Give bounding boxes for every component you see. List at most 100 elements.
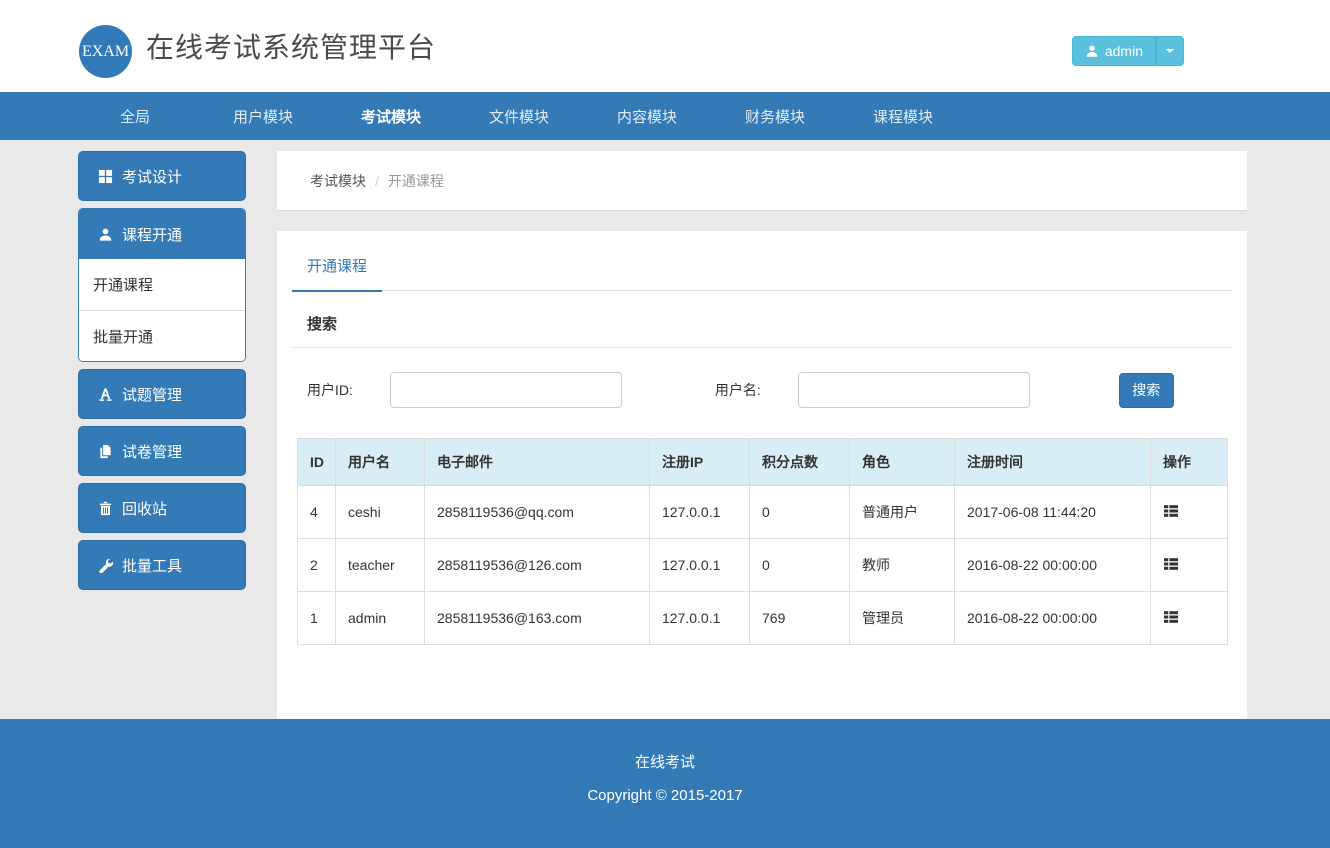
tab-bar: 开通课程 <box>292 231 1232 291</box>
sidebar-item-label: 试题管理 <box>122 384 182 405</box>
sidebar-item-batch-tools[interactable]: 批量工具 <box>78 540 246 590</box>
sidebar-item-question-management[interactable]: 试题管理 <box>78 369 246 419</box>
cell-points: 0 <box>750 486 850 539</box>
sidebar-item-course-open[interactable]: 课程开通 <box>79 209 245 259</box>
page-title: 在线考试系统管理平台 <box>146 26 436 66</box>
sidebar-item-recycle-bin[interactable]: 回收站 <box>78 483 246 533</box>
user-icon <box>1085 44 1099 58</box>
user-button[interactable]: admin <box>1072 36 1156 66</box>
search-section-title: 搜索 <box>292 291 1232 348</box>
breadcrumb-item-open-course: 开通课程 <box>388 171 444 191</box>
col-header-role: 角色 <box>850 439 955 486</box>
cell-role: 教师 <box>850 539 955 592</box>
cell-regtime: 2016-08-22 00:00:00 <box>955 539 1151 592</box>
username-label: 用户名: <box>715 380 761 400</box>
row-actions-button[interactable] <box>1163 609 1179 625</box>
footer-site-name: 在线考试 <box>0 751 1330 772</box>
trash-icon <box>98 501 113 516</box>
cell-id: 1 <box>298 592 336 645</box>
cell-role: 普通用户 <box>850 486 955 539</box>
sidebar-item-exam-design[interactable]: 考试设计 <box>78 151 246 201</box>
logo-text: EXAM <box>82 43 129 61</box>
nav-item-user-module[interactable]: 用户模块 <box>199 106 327 127</box>
table-row: 1 admin 2858119536@163.com 127.0.0.1 769… <box>298 592 1228 645</box>
cell-id: 2 <box>298 539 336 592</box>
sidebar-subitem-label: 批量开通 <box>93 326 153 347</box>
col-header-username: 用户名 <box>336 439 425 486</box>
row-actions-button[interactable] <box>1163 503 1179 519</box>
nav-item-finance-module[interactable]: 财务模块 <box>711 106 839 127</box>
app-header: EXAM 在线考试系统管理平台 admin <box>0 0 1330 92</box>
page-body: 考试设计 课程开通 开通课程 批量开通 试题管理 <box>0 140 1330 719</box>
cell-email: 2858119536@qq.com <box>425 486 650 539</box>
sidebar-subitem-label: 开通课程 <box>93 274 153 295</box>
cell-regtime: 2017-06-08 11:44:20 <box>955 486 1151 539</box>
cell-username: teacher <box>336 539 425 592</box>
nav-item-file-module[interactable]: 文件模块 <box>455 106 583 127</box>
sidebar-item-label: 考试设计 <box>122 166 182 187</box>
cell-username: admin <box>336 592 425 645</box>
nav-item-global[interactable]: 全局 <box>71 106 199 127</box>
table-row: 2 teacher 2858119536@126.com 127.0.0.1 0… <box>298 539 1228 592</box>
user-dropdown-toggle[interactable] <box>1156 36 1184 66</box>
breadcrumb-item-exam-module[interactable]: 考试模块 <box>310 171 366 191</box>
cell-actions <box>1151 592 1228 645</box>
cell-email: 2858119536@126.com <box>425 539 650 592</box>
tab-open-course[interactable]: 开通课程 <box>292 245 382 292</box>
user-icon <box>98 227 113 242</box>
copy-icon <box>98 444 113 459</box>
caret-down-icon <box>1166 49 1174 53</box>
cell-username: ceshi <box>336 486 425 539</box>
cell-points: 0 <box>750 539 850 592</box>
col-header-points: 积分点数 <box>750 439 850 486</box>
th-list-icon <box>1163 503 1179 519</box>
nav-item-content-module[interactable]: 内容模块 <box>583 106 711 127</box>
cell-regtime: 2016-08-22 00:00:00 <box>955 592 1151 645</box>
sidebar-item-label: 课程开通 <box>122 224 182 245</box>
sidebar-item-label: 批量工具 <box>122 555 182 576</box>
cell-ip: 127.0.0.1 <box>650 486 750 539</box>
col-header-ip: 注册IP <box>650 439 750 486</box>
col-header-actions: 操作 <box>1151 439 1228 486</box>
footer-copyright: Copyright © 2015-2017 <box>0 787 1330 804</box>
content-panel: 开通课程 搜索 用户ID: 用户名: 搜索 ID 用户名 <box>277 231 1247 719</box>
top-navbar: 全局 用户模块 考试模块 文件模块 内容模块 财务模块 课程模块 <box>0 92 1330 140</box>
col-header-email: 电子邮件 <box>425 439 650 486</box>
sidebar-item-label: 试卷管理 <box>122 441 182 462</box>
breadcrumb-separator: / <box>375 173 379 189</box>
row-actions-button[interactable] <box>1163 556 1179 572</box>
nav-item-course-module[interactable]: 课程模块 <box>839 106 967 127</box>
nav-item-exam-module[interactable]: 考试模块 <box>327 106 455 127</box>
page-footer: 在线考试 Copyright © 2015-2017 <box>0 719 1330 848</box>
sidebar-subitem-open-course[interactable]: 开通课程 <box>79 259 245 310</box>
cell-ip: 127.0.0.1 <box>650 539 750 592</box>
username-input[interactable] <box>798 372 1030 408</box>
th-list-icon <box>1163 556 1179 572</box>
cell-ip: 127.0.0.1 <box>650 592 750 645</box>
users-table: ID 用户名 电子邮件 注册IP 积分点数 角色 注册时间 操作 4 ceshi <box>297 438 1228 645</box>
sidebar-subitem-batch-open[interactable]: 批量开通 <box>79 310 245 361</box>
user-id-label: 用户ID: <box>307 380 353 400</box>
exam-logo: EXAM <box>79 25 132 78</box>
search-button[interactable]: 搜索 <box>1119 373 1174 408</box>
cell-actions <box>1151 486 1228 539</box>
table-row: 4 ceshi 2858119536@qq.com 127.0.0.1 0 普通… <box>298 486 1228 539</box>
user-menu: admin <box>1072 36 1184 66</box>
th-list-icon <box>1163 609 1179 625</box>
sidebar-item-paper-management[interactable]: 试卷管理 <box>78 426 246 476</box>
table-header-row: ID 用户名 电子邮件 注册IP 积分点数 角色 注册时间 操作 <box>298 439 1228 486</box>
wrench-icon <box>98 558 113 573</box>
cell-email: 2858119536@163.com <box>425 592 650 645</box>
cell-id: 4 <box>298 486 336 539</box>
th-large-icon <box>98 169 113 184</box>
sidebar-group-course-open: 课程开通 开通课程 批量开通 <box>78 208 246 362</box>
col-header-id: ID <box>298 439 336 486</box>
breadcrumb: 考试模块 / 开通课程 <box>277 151 1247 211</box>
main-content: 考试模块 / 开通课程 开通课程 搜索 用户ID: 用户名: 搜索 <box>277 151 1247 719</box>
search-form: 用户ID: 用户名: 搜索 <box>292 372 1232 408</box>
sidebar: 考试设计 课程开通 开通课程 批量开通 试题管理 <box>78 151 246 597</box>
font-icon <box>98 387 113 402</box>
col-header-regtime: 注册时间 <box>955 439 1151 486</box>
user-button-label: admin <box>1105 43 1143 59</box>
user-id-input[interactable] <box>390 372 622 408</box>
